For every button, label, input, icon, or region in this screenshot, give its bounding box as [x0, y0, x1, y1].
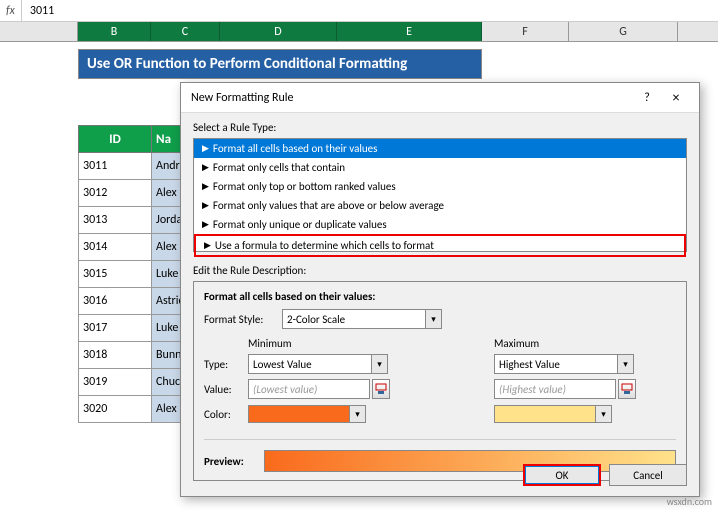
- min-color-picker[interactable]: ▾: [248, 405, 366, 423]
- format-all-cells-heading: Format all cells based on their values:: [204, 290, 676, 303]
- fx-label[interactable]: fx: [0, 0, 22, 21]
- preview-label: Preview:: [204, 455, 264, 468]
- min-type-combo[interactable]: Lowest Value▾: [248, 354, 388, 374]
- new-formatting-rule-dialog: New Formatting Rule ? × Select a Rule Ty…: [180, 82, 700, 497]
- max-value-input[interactable]: (Highest value): [494, 379, 616, 399]
- rule-item-above-below[interactable]: ▶Format only values that are above or be…: [194, 196, 686, 215]
- col-header-b[interactable]: B: [78, 22, 151, 41]
- help-button[interactable]: ?: [635, 91, 659, 105]
- max-color-picker[interactable]: ▾: [494, 405, 612, 423]
- ok-button[interactable]: OK: [523, 464, 601, 486]
- edit-rule-description-label: Edit the Rule Description:: [193, 264, 687, 277]
- col-header-d[interactable]: D: [220, 22, 337, 41]
- chevron-down-icon: ▾: [617, 355, 633, 373]
- close-button[interactable]: ×: [659, 89, 693, 106]
- rule-item-unique-duplicate[interactable]: ▶Format only unique or duplicate values: [194, 215, 686, 234]
- rule-item-cells-contain[interactable]: ▶Format only cells that contain: [194, 158, 686, 177]
- formula-input[interactable]: 3011: [22, 4, 718, 18]
- col-header-c[interactable]: C: [151, 22, 220, 41]
- cancel-button[interactable]: Cancel: [609, 464, 687, 486]
- triangle-icon: ▶: [202, 143, 209, 154]
- triangle-icon: ▶: [202, 181, 209, 192]
- rule-type-list[interactable]: ▶Format all cells based on their values …: [193, 138, 687, 252]
- watermark: wsxdn.com: [667, 495, 712, 508]
- max-type-combo[interactable]: Highest Value▾: [494, 354, 634, 374]
- triangle-icon: ▶: [202, 219, 209, 230]
- column-headers: B C D E F G: [0, 22, 718, 42]
- rule-item-use-formula[interactable]: ▶Use a formula to determine which cells …: [194, 234, 686, 257]
- maximum-heading: Maximum: [494, 337, 676, 350]
- minimum-heading: Minimum: [248, 337, 414, 350]
- value-label: Value:: [204, 383, 248, 396]
- col-header-g[interactable]: G: [569, 22, 678, 41]
- format-style-combo[interactable]: 2-Color Scale ▾: [282, 309, 442, 329]
- chevron-down-icon: ▾: [371, 355, 387, 373]
- color-label: Color:: [204, 408, 248, 421]
- th-id: ID: [79, 126, 152, 153]
- row-gutter: [0, 22, 78, 41]
- col-header-e[interactable]: E: [337, 22, 482, 41]
- range-selector-icon[interactable]: [618, 379, 636, 399]
- rule-item-top-bottom[interactable]: ▶Format only top or bottom ranked values: [194, 177, 686, 196]
- select-rule-type-label: Select a Rule Type:: [193, 121, 687, 134]
- chevron-down-icon: ▾: [595, 406, 611, 422]
- rule-item-all-cells[interactable]: ▶Format all cells based on their values: [194, 139, 686, 158]
- chevron-down-icon: ▾: [425, 310, 441, 328]
- chevron-down-icon: ▾: [349, 406, 365, 422]
- format-style-label: Format Style:: [204, 313, 282, 326]
- col-header-f[interactable]: F: [482, 22, 569, 41]
- triangle-icon: ▶: [202, 200, 209, 211]
- triangle-icon: ▶: [202, 162, 209, 173]
- range-selector-icon[interactable]: [372, 379, 390, 399]
- dialog-title-text: New Formatting Rule: [191, 91, 635, 105]
- type-label: Type:: [204, 358, 248, 371]
- rule-description-box: Format all cells based on their values: …: [193, 281, 687, 481]
- formula-bar: fx 3011: [0, 0, 718, 22]
- dialog-titlebar[interactable]: New Formatting Rule ? ×: [181, 83, 699, 113]
- triangle-icon: ▶: [204, 240, 211, 251]
- title-banner: Use OR Function to Perform Conditional F…: [78, 49, 482, 79]
- min-value-input[interactable]: (Lowest value): [248, 379, 370, 399]
